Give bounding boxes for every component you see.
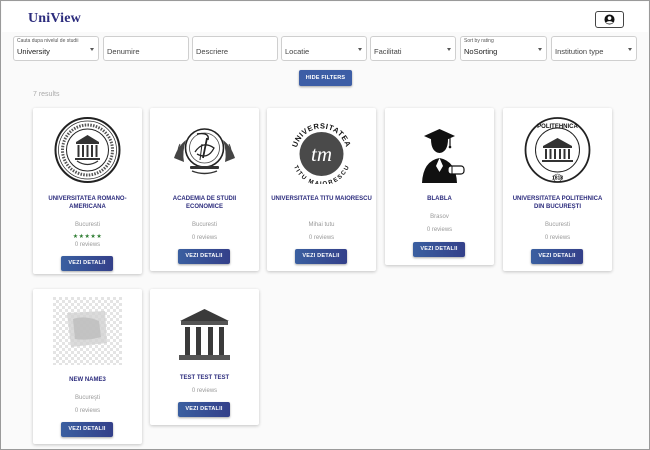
results-count: 7 results <box>33 91 60 98</box>
filter-bar: Cauta dupa nivelul de studii University … <box>13 36 641 61</box>
university-name: UNIVERSITATEA TITU MAIORESCU <box>271 196 372 202</box>
university-city: Bucuresti <box>74 222 100 228</box>
logo-mark-text: tm <box>311 142 332 166</box>
reviews-count: 0 reviews <box>191 388 218 394</box>
study-level-select[interactable]: Cauta dupa nivelul de studii University <box>13 36 99 61</box>
university-name: ACADEMIA DE STUDII ECONOMICE <box>172 196 237 210</box>
sort-rating-label: Sort by rating <box>464 38 494 44</box>
university-city: Bucureşti <box>74 395 100 401</box>
reviews-count: 0 reviews <box>544 235 571 241</box>
app-window: UniView Cauta dupa nivelul de studii Uni… <box>0 0 650 450</box>
denumire-input[interactable]: Denumire <box>103 36 189 61</box>
institution-type-placeholder: Institution type <box>555 47 604 56</box>
reviews-count: 0 reviews <box>191 235 218 241</box>
facilitati-select[interactable]: Facilitati <box>370 36 456 61</box>
denumire-placeholder: Denumire <box>107 47 140 56</box>
locatie-select[interactable]: Locatie <box>281 36 367 61</box>
logo-top-text: POLITEHNICA <box>537 124 578 130</box>
placeholder-image <box>53 297 122 365</box>
vezi-detalii-button[interactable]: VEZI DETALII <box>531 249 583 264</box>
politehnica-logo: POLITEHNICA 1818 <box>524 117 591 183</box>
university-name: UNIVERSITATEA ROMANO-AMERICANA <box>48 196 127 210</box>
university-city: Brasov <box>430 214 449 220</box>
locatie-placeholder: Locatie <box>285 47 310 56</box>
logo-year-text: 1818 <box>552 176 563 182</box>
app-logo[interactable]: UniView <box>28 11 81 27</box>
tm-logo: UNIVERSITATEA TITU MAIORESCU tm <box>290 121 352 184</box>
chevron-down-icon <box>90 48 94 51</box>
university-card[interactable]: ACADEMIA DE STUDII ECONOMICE Bucuresti 0… <box>150 108 259 271</box>
university-card[interactable]: BLABLA Brasov 0 reviews VEZI DETALII <box>385 108 494 265</box>
descriere-placeholder: Descriere <box>196 47 229 56</box>
study-level-label: Cauta dupa nivelul de studii <box>17 38 79 44</box>
university-name: TEST TEST TEST <box>179 375 230 381</box>
university-card[interactable]: TEST TEST TEST 0 reviews VEZI DETALII <box>150 289 259 425</box>
chevron-down-icon <box>628 48 632 51</box>
university-city: Mihai tutu <box>308 222 335 228</box>
vezi-detalii-button[interactable]: VEZI DETALII <box>61 422 113 437</box>
facilitati-placeholder: Facilitati <box>374 47 402 56</box>
account-circle-icon <box>604 14 615 25</box>
university-card[interactable]: UNIVERSITATEA TITU MAIORESCU tm UNIVERSI… <box>267 108 376 271</box>
university-card[interactable]: NEW NAME3 Bucureşti 0 reviews VEZI DETAL… <box>33 289 142 444</box>
reviews-count: 0 reviews <box>308 235 335 241</box>
university-city: Bucuresti <box>191 222 217 228</box>
institution-type-select[interactable]: Institution type <box>551 36 637 61</box>
account-button[interactable] <box>595 11 624 28</box>
reviews-count: 0 reviews <box>74 242 101 248</box>
university-city: Bucuresti <box>544 222 570 228</box>
hide-filters-button[interactable]: HIDE FILTERS <box>299 70 352 86</box>
vezi-detalii-button[interactable]: VEZI DETALII <box>295 249 347 264</box>
chevron-down-icon <box>447 48 451 51</box>
rating-stars: ★★★★★ <box>72 234 103 240</box>
university-name: BLABLA <box>427 196 452 202</box>
sort-rating-select[interactable]: Sort by rating NoSorting <box>460 36 547 61</box>
reviews-count: 0 reviews <box>426 227 453 233</box>
app-header: UniView <box>2 2 648 32</box>
vezi-detalii-button[interactable]: VEZI DETALII <box>413 242 465 257</box>
descriere-input[interactable]: Descriere <box>192 36 278 61</box>
study-level-value: University <box>17 47 50 56</box>
vezi-detalii-button[interactable]: VEZI DETALII <box>178 402 230 417</box>
sort-rating-value: NoSorting <box>464 47 498 56</box>
vezi-detalii-button[interactable]: VEZI DETALII <box>61 256 113 271</box>
building-icon <box>179 309 230 360</box>
reviews-count: 0 reviews <box>74 408 101 414</box>
chevron-down-icon <box>538 48 542 51</box>
seal-logo <box>54 117 121 183</box>
university-name: NEW NAME3 <box>69 377 106 383</box>
university-card[interactable]: POLITEHNICA 1818 UNIVERSITATEA POLITEHNI… <box>503 108 612 271</box>
ase-logo <box>174 128 235 175</box>
chevron-down-icon <box>358 48 362 51</box>
university-card[interactable]: UNIVERSITATEA ROMANO-AMERICANA Bucuresti… <box>33 108 142 274</box>
university-name: UNIVERSITATEA POLITEHNICA DIN BUCUREȘTI <box>512 196 603 210</box>
vezi-detalii-button[interactable]: VEZI DETALII <box>178 249 230 264</box>
graduate-icon <box>422 129 465 183</box>
